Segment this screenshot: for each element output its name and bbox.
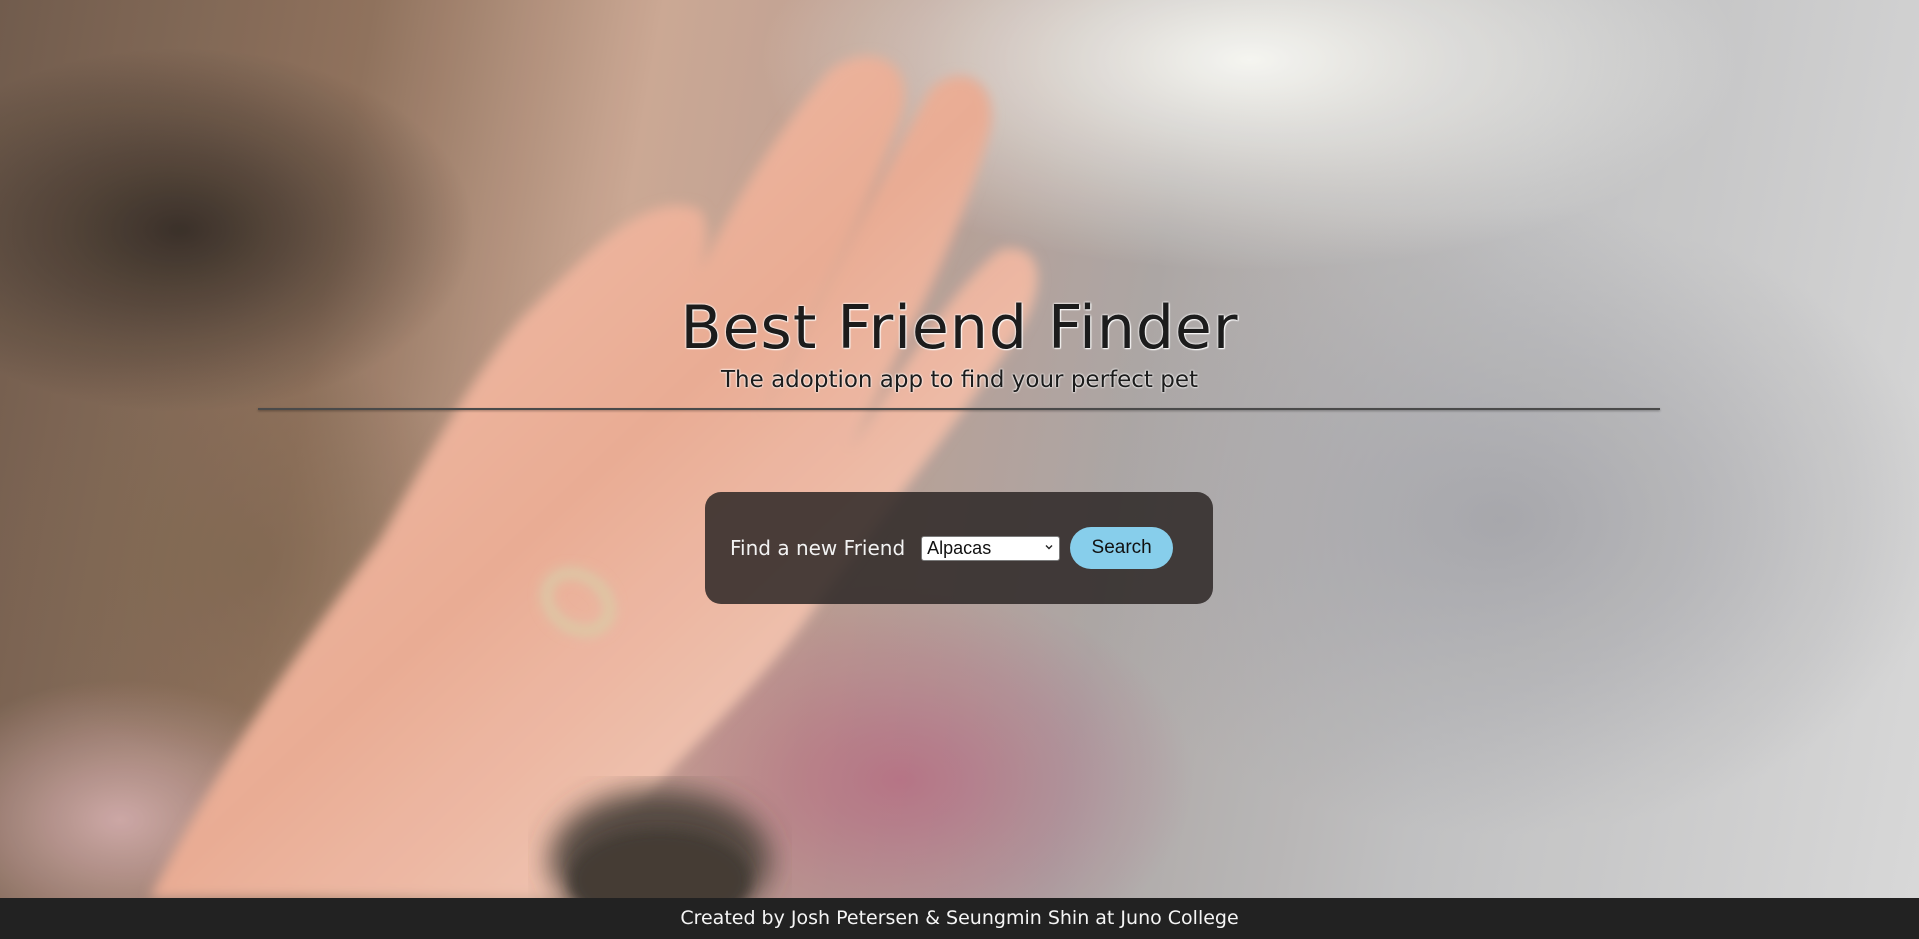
hero-background-image: [0, 0, 1919, 898]
page: Best Friend Finder The adoption app to f…: [0, 0, 1919, 939]
animal-select-value: Alpacas: [927, 537, 992, 558]
site-footer: Created by Josh Petersen & Seungmin Shin…: [0, 898, 1919, 939]
search-panel: Find a new Friend Alpacas Search: [705, 492, 1213, 604]
site-header: Best Friend Finder The adoption app to f…: [0, 290, 1919, 394]
animal-select[interactable]: Alpacas: [921, 535, 1061, 561]
footer-credits: Created by Josh Petersen & Seungmin Shin…: [680, 907, 1239, 929]
background-overlay: [0, 0, 1919, 898]
page-title: Best Friend Finder: [680, 293, 1239, 363]
search-button[interactable]: Search: [1070, 527, 1174, 569]
search-label: Find a new Friend: [730, 536, 906, 560]
header-divider: [258, 408, 1660, 410]
page-subtitle: The adoption app to find your perfect pe…: [720, 367, 1199, 393]
chevron-down-icon: [1045, 544, 1053, 549]
